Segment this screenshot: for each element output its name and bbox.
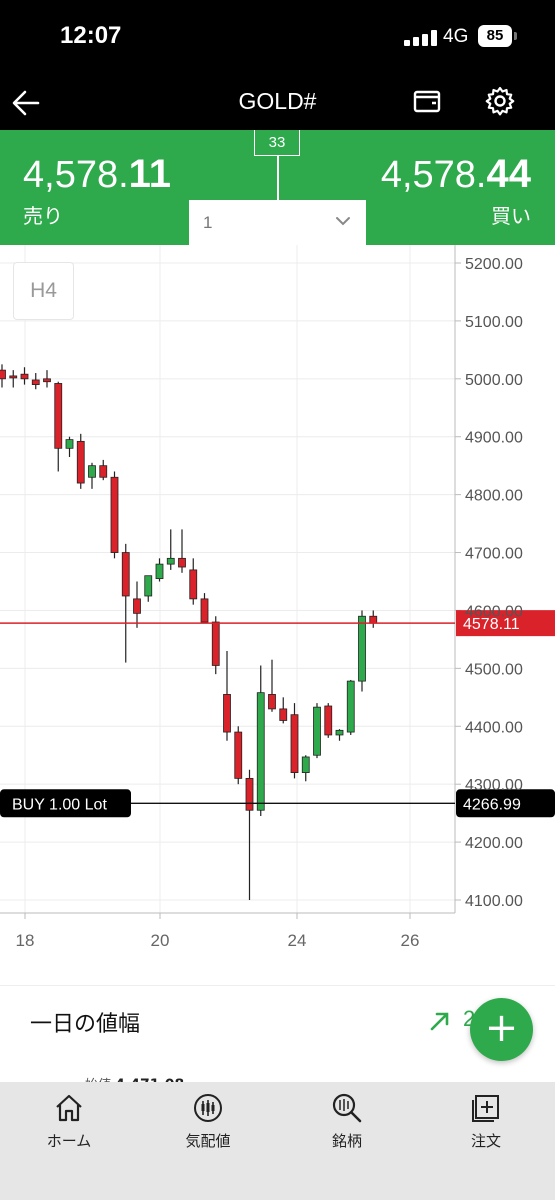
status-time: 12:07	[60, 22, 122, 49]
x-tick-label: 24	[288, 931, 307, 950]
home-icon	[56, 1094, 82, 1122]
spread-badge: 33	[254, 130, 300, 156]
sell-label: 売り	[23, 204, 63, 228]
app-header: GOLD#	[0, 80, 555, 130]
sell-button[interactable]: 4,578.11	[23, 152, 171, 197]
candle-body	[31, 379, 40, 386]
spread-connector	[277, 156, 279, 200]
battery-icon: 85	[478, 25, 517, 47]
symbol-title: GOLD#	[238, 88, 317, 114]
sell-price-pips: 11	[128, 152, 171, 196]
candle-body	[144, 575, 153, 597]
x-axis: 18 20 24 26	[16, 931, 420, 950]
network-type: 4G	[443, 26, 469, 47]
tab-quotes[interactable]: 気配値	[139, 1082, 277, 1162]
signal-icon	[404, 30, 438, 46]
candle-body	[245, 777, 254, 811]
timeframe-button[interactable]: H4	[13, 262, 74, 320]
y-tick-label: 4500.00	[465, 661, 523, 678]
add-order-button[interactable]: +	[470, 998, 533, 1061]
candle-body	[155, 563, 164, 580]
y-tick-label: 5200.00	[465, 256, 523, 273]
candle-body	[20, 373, 29, 380]
y-tick-label: 4200.00	[465, 835, 523, 852]
x-tick-label: 18	[16, 931, 35, 950]
tab-order[interactable]: 注文	[417, 1082, 555, 1162]
candle-body	[54, 383, 63, 449]
bottom-tab-bar: ホーム 気配値 銘柄 注文	[0, 1082, 555, 1200]
candle-body	[178, 557, 186, 568]
tab-symbols-label: 銘柄	[331, 1132, 362, 1150]
y-tick-label: 5100.00	[465, 314, 523, 331]
candle-body	[189, 569, 198, 600]
candle-body	[335, 729, 344, 736]
tab-order-label: 注文	[470, 1132, 501, 1150]
y-tick-label: 4700.00	[465, 546, 523, 563]
candle-body	[313, 706, 321, 756]
gear-icon[interactable]	[483, 84, 517, 118]
lot-size-select[interactable]: 1	[189, 200, 366, 245]
tab-symbols[interactable]: 銘柄	[278, 1082, 416, 1162]
candle-body	[358, 615, 366, 682]
candle-body	[88, 465, 96, 478]
y-tick-label: 4600.00	[465, 603, 523, 620]
candle-body	[324, 705, 333, 736]
wallet-icon[interactable]	[410, 84, 444, 118]
candle-body	[43, 378, 51, 383]
position-price-label: 4266.99	[463, 796, 521, 813]
candle-body	[234, 731, 243, 779]
buy-price-pips: 44	[486, 152, 532, 196]
candle-body	[76, 440, 85, 484]
candle-body	[110, 476, 119, 553]
lot-size-value: 1	[203, 213, 213, 232]
candle-body	[200, 598, 209, 623]
buy-button[interactable]: 4,578.44	[381, 152, 531, 197]
y-tick-label: 4900.00	[465, 430, 523, 447]
candle-body	[256, 692, 265, 811]
candle-body	[166, 557, 175, 565]
candle-body	[268, 694, 276, 710]
quote-panel: 4,578.11 売り 4,578.44 買い 33 1	[0, 130, 555, 245]
position-label: BUY 1.00 Lot	[12, 796, 107, 813]
candle-body	[133, 598, 141, 614]
arrow-up-right-icon	[430, 1012, 449, 1031]
plus-icon: +	[484, 1005, 519, 1051]
x-tick-label: 26	[401, 931, 420, 950]
candle-body	[211, 621, 220, 666]
quotes-icon	[194, 1094, 222, 1122]
status-bar: 12:07 4G 85	[0, 0, 555, 80]
buy-price-main: 4,578.	[380, 154, 487, 196]
candle-body	[65, 439, 74, 449]
candle-body	[301, 756, 310, 773]
candles	[0, 364, 378, 900]
x-tick-label: 20	[151, 931, 170, 950]
y-tick-label: 4100.00	[465, 893, 523, 910]
y-tick-label: 4400.00	[465, 719, 523, 736]
candle-body	[99, 465, 108, 478]
chart-grid	[0, 245, 461, 919]
tab-quotes-label: 気配値	[185, 1132, 231, 1150]
battery-level: 85	[486, 27, 504, 44]
y-tick-label: 5000.00	[465, 372, 523, 389]
price-chart[interactable]: 4578.11BUY 1.00 Lot 4266.99 5200.005100.0…	[0, 245, 555, 975]
new-order-icon	[472, 1095, 499, 1122]
tab-home-label: ホーム	[46, 1132, 92, 1150]
candle-body	[369, 615, 378, 624]
chevron-down-icon	[336, 217, 350, 226]
candle-body	[346, 680, 355, 733]
day-range-title: 一日の値幅	[30, 1012, 141, 1037]
y-tick-label: 4300.00	[465, 777, 523, 794]
search-chart-icon	[332, 1093, 362, 1123]
candle-body	[121, 552, 130, 597]
y-tick-label: 4800.00	[465, 488, 523, 505]
candle-body	[0, 369, 6, 380]
sell-price-main: 4,578.	[23, 154, 129, 196]
candle-body	[9, 375, 18, 379]
candle-body	[223, 694, 231, 733]
candle-body	[290, 714, 299, 774]
tab-home[interactable]: ホーム	[0, 1082, 138, 1162]
buy-label: 買い	[491, 204, 531, 228]
candle-body	[279, 708, 288, 721]
